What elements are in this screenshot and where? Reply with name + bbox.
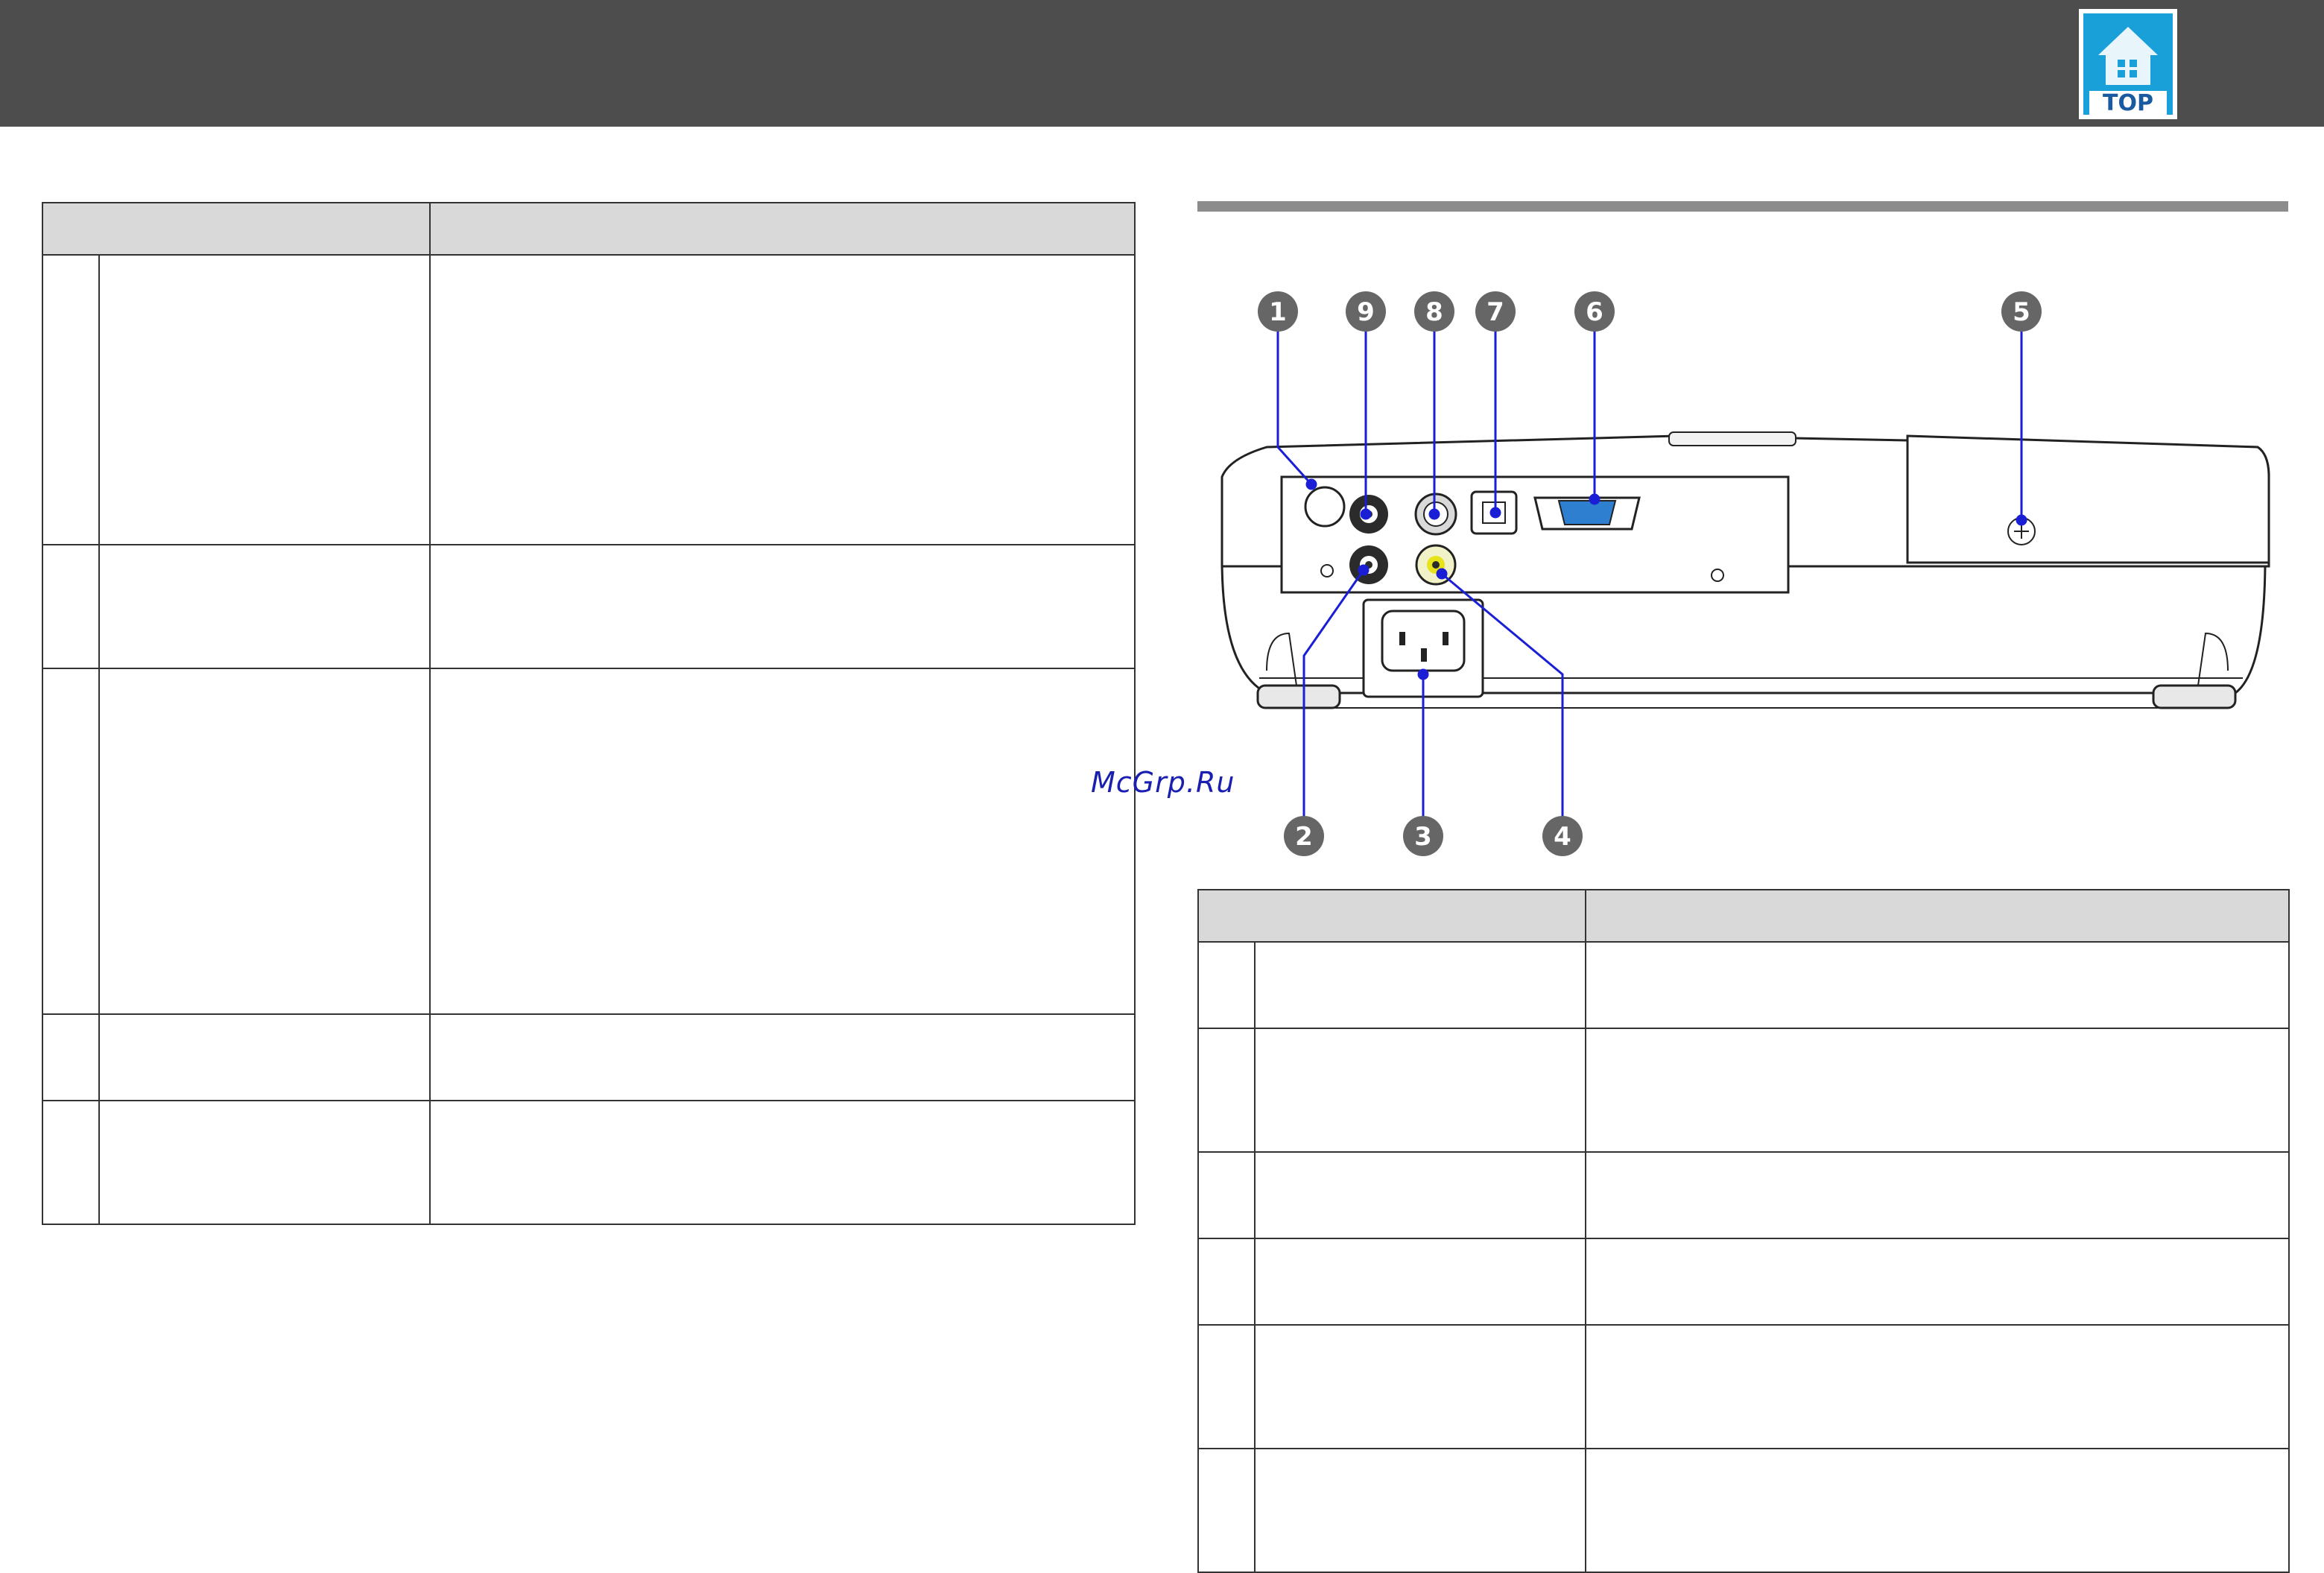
svg-text:2: 2 [1295, 822, 1313, 852]
table-row [1197, 1028, 2290, 1153]
page-header [0, 0, 2324, 127]
right-table-header-desc [1585, 889, 2290, 943]
svg-text:8: 8 [1425, 297, 1443, 327]
callout-3: 3 [1403, 816, 1443, 856]
row-number [42, 544, 100, 669]
row-name [1254, 1448, 1586, 1573]
callout-5: 5 [2001, 291, 2042, 332]
right-table-header-name [1197, 889, 1586, 943]
row-number [42, 1100, 100, 1225]
table-row [42, 668, 1136, 1015]
left-table-header [42, 202, 1136, 256]
table-row [42, 254, 1136, 545]
row-number [42, 668, 100, 1015]
svg-text:1: 1 [1269, 297, 1287, 327]
callout-1: 1 [1258, 291, 1298, 332]
projector-rear-diagram: 1 9 8 7 6 5 2 3 4 [1220, 291, 2270, 856]
row-description [1585, 1238, 2290, 1326]
row-name [98, 544, 431, 669]
svg-text:5: 5 [2013, 297, 2030, 327]
section-rule [1197, 201, 2288, 212]
table-row [42, 1013, 1136, 1101]
callout-7: 7 [1475, 291, 1516, 332]
row-description [429, 668, 1136, 1015]
callout-4: 4 [1542, 816, 1583, 856]
row-description [1585, 941, 2290, 1029]
row-description [429, 544, 1136, 669]
svg-text:9: 9 [1357, 297, 1375, 327]
row-description [1585, 1324, 2290, 1449]
left-table-header-name [42, 202, 431, 256]
row-description [1585, 1151, 2290, 1239]
table-row [1197, 1324, 2290, 1449]
row-number [42, 254, 100, 545]
row-number [1197, 1238, 1256, 1326]
row-description [1585, 1448, 2290, 1573]
row-name [98, 1100, 431, 1225]
row-number [1197, 1324, 1256, 1449]
row-number [1197, 941, 1256, 1029]
row-name [98, 1013, 431, 1101]
table-row [1197, 1448, 2290, 1573]
row-number [1197, 1151, 1256, 1239]
table-row [1197, 941, 2290, 1029]
row-name [1254, 1151, 1586, 1239]
connector-computer-vga [1533, 496, 1641, 531]
svg-text:6: 6 [1586, 297, 1603, 327]
svg-text:7: 7 [1486, 297, 1504, 327]
row-description [1585, 1028, 2290, 1153]
table-row [1197, 1238, 2290, 1326]
table-row [42, 544, 1136, 669]
table-row [42, 1100, 1136, 1225]
svg-text:3: 3 [1414, 822, 1432, 852]
left-table [42, 202, 1136, 1225]
table-row [1197, 1151, 2290, 1239]
callout-6: 6 [1574, 291, 1615, 332]
row-description [429, 1013, 1136, 1101]
left-table-header-desc [429, 202, 1136, 256]
callout-9: 9 [1346, 291, 1386, 332]
row-name [1254, 1238, 1586, 1326]
row-number [1197, 1448, 1256, 1573]
connector-remote-receiver [1304, 486, 1346, 528]
row-name [1254, 941, 1586, 1029]
svg-text:4: 4 [1554, 822, 1571, 852]
top-button[interactable]: TOP [2079, 9, 2177, 119]
row-number [1197, 1028, 1256, 1153]
row-name [1254, 1324, 1586, 1449]
row-name [98, 668, 431, 1015]
row-number [42, 1013, 100, 1101]
row-name [1254, 1028, 1586, 1153]
row-description [429, 1100, 1136, 1225]
right-table [1197, 889, 2290, 1573]
callout-2: 2 [1284, 816, 1324, 856]
row-description [429, 254, 1136, 545]
top-button-label: TOP [2103, 90, 2153, 116]
row-name [98, 254, 431, 545]
callout-8: 8 [1414, 291, 1454, 332]
connector-audio-in-red [1349, 545, 1388, 584]
right-table-header [1197, 889, 2290, 943]
connector-video [1415, 544, 1457, 586]
